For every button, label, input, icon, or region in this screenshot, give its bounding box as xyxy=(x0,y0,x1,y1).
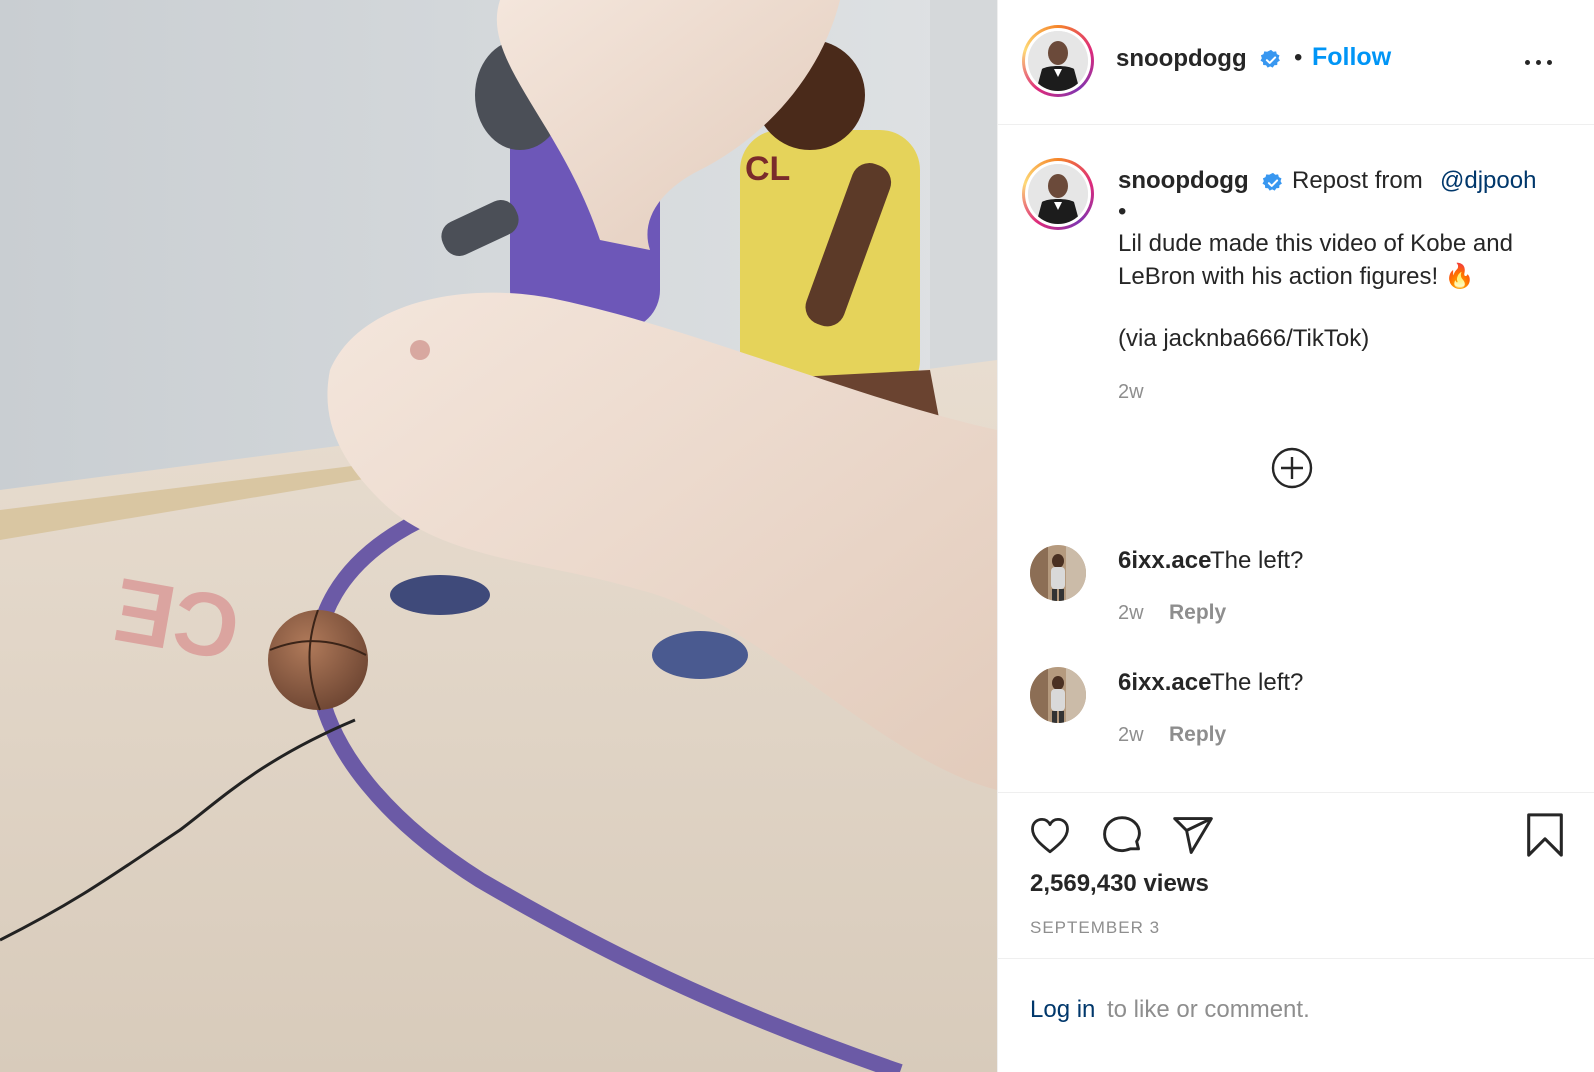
caption-repost-text: Repost from xyxy=(1292,167,1423,194)
login-prompt-text: to like or comment. xyxy=(1107,996,1310,1023)
caption-timestamp[interactable]: 2w xyxy=(1118,381,1144,404)
post-media-video[interactable]: CE CL xyxy=(0,0,997,1072)
commenter-avatar[interactable] xyxy=(1030,545,1086,601)
actions-divider xyxy=(998,792,1594,793)
post-side-panel: snoopdogg • Follow snoopdogg Repost from… xyxy=(997,0,1594,1072)
comment-username[interactable]: 6ixx.ace xyxy=(1118,547,1211,575)
caption-text-line: (via jacknba666/TikTok) xyxy=(1118,325,1370,352)
reply-button[interactable]: Reply xyxy=(1169,601,1226,625)
caption-mention-link[interactable]: @djpooh xyxy=(1440,167,1536,195)
svg-text:CE: CE xyxy=(107,558,247,678)
comment-bubble-icon[interactable] xyxy=(1100,814,1144,858)
comment-text: The left? xyxy=(1210,669,1304,696)
reply-button[interactable]: Reply xyxy=(1169,723,1226,747)
bookmark-icon[interactable] xyxy=(1524,812,1566,858)
caption-text-line: LeBron with his action figures! 🔥 xyxy=(1118,263,1475,290)
view-count[interactable]: 2,569,430 views xyxy=(1030,870,1209,898)
load-more-comments-icon[interactable] xyxy=(1270,446,1314,490)
video-frame: CE CL xyxy=(0,0,997,1072)
login-link[interactable]: Log in xyxy=(1030,996,1095,1024)
basketball xyxy=(268,610,368,710)
verified-badge-icon xyxy=(1262,172,1282,191)
author-avatar[interactable] xyxy=(1022,25,1094,97)
avatar-photo xyxy=(1028,164,1088,224)
caption-text-line: Lil dude made this video of Kobe and xyxy=(1118,230,1513,257)
heart-icon[interactable] xyxy=(1028,815,1072,857)
follow-button[interactable]: Follow xyxy=(1312,43,1391,72)
caption-bullet: • xyxy=(1118,198,1127,225)
more-options-icon[interactable] xyxy=(1523,48,1563,76)
comment-username[interactable]: 6ixx.ace xyxy=(1118,669,1211,697)
header-separator: • xyxy=(1294,44,1303,71)
comment-timestamp[interactable]: 2w xyxy=(1118,724,1144,747)
post-date[interactable]: SEPTEMBER 3 xyxy=(1030,918,1160,938)
verified-badge-icon xyxy=(1260,49,1280,68)
avatar-photo xyxy=(1028,31,1088,91)
post-header: snoopdogg • Follow xyxy=(998,0,1594,125)
comment-timestamp[interactable]: 2w xyxy=(1118,602,1144,625)
caption-author-avatar[interactable] xyxy=(1022,158,1094,230)
comment-text: The left? xyxy=(1210,547,1304,574)
paper-plane-icon[interactable] xyxy=(1170,814,1216,858)
author-username[interactable]: snoopdogg xyxy=(1116,45,1247,73)
caption-username[interactable]: snoopdogg xyxy=(1118,167,1249,195)
commenter-avatar[interactable] xyxy=(1030,667,1086,723)
login-prompt-bar: Log in to like or comment. xyxy=(998,958,1594,1072)
svg-text:CL: CL xyxy=(745,150,790,188)
